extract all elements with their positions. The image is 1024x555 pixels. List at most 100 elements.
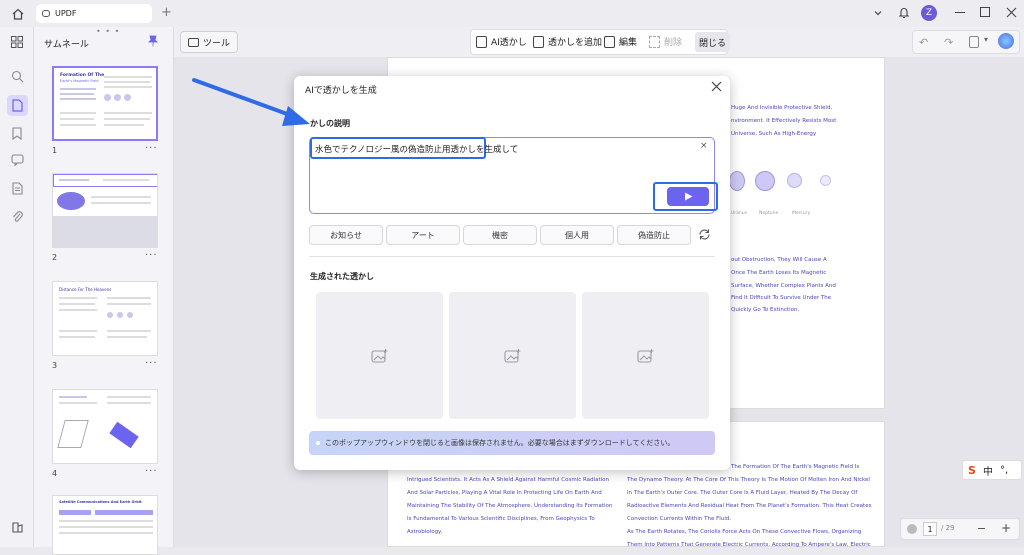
- ime-language-label: 中: [982, 466, 993, 478]
- thumbnail-title: Satellite Communications And Earth Orbit: [59, 500, 142, 504]
- thumbnail-panel: サムネール • • • Formation Of The Earth's Mag…: [34, 27, 174, 555]
- page-text: The Dynamo Theory. At The Core Of This T…: [627, 477, 870, 483]
- thumbnail-page-2[interactable]: [52, 173, 158, 248]
- tab-title: UPDF: [55, 9, 77, 18]
- add-watermark-button[interactable]: 透かしを追加: [533, 35, 602, 48]
- notice-banner: このポップアップウィンドウを閉じると画像は保存されません。必要な場合はまずダウン…: [309, 431, 715, 455]
- attachment-icon[interactable]: [12, 210, 23, 224]
- delete-icon: [649, 35, 660, 48]
- refresh-icon[interactable]: [698, 228, 712, 242]
- home-icon[interactable]: [10, 6, 25, 21]
- generated-slot-1[interactable]: [316, 292, 443, 419]
- preset-anti-counterfeit[interactable]: 偽造防止: [617, 225, 691, 245]
- ai-watermark-button[interactable]: AI透かし: [476, 35, 527, 48]
- preset-art[interactable]: アート: [386, 225, 460, 245]
- thumbnail-more-button[interactable]: ···: [145, 358, 158, 369]
- preset-notice[interactable]: お知らせ: [309, 225, 383, 245]
- title-bar: UPDF + Z: [0, 0, 1024, 27]
- page-text: Once The Earth Loses Its Magnetic: [731, 270, 827, 276]
- thumbnail-page-icon[interactable]: [7, 95, 28, 116]
- page-text: Surface, Whether Complex Plants And: [731, 283, 836, 289]
- tools-button[interactable]: ツール: [180, 31, 239, 53]
- grid-icon[interactable]: [11, 36, 23, 48]
- chat-icon: [42, 10, 50, 17]
- document-tab[interactable]: UPDF: [36, 4, 152, 23]
- clear-input-icon[interactable]: ×: [700, 141, 708, 151]
- page-number-input[interactable]: 1: [923, 522, 937, 536]
- annotation-arrow-icon: [192, 78, 310, 126]
- thumbnail-page-4[interactable]: [52, 389, 158, 464]
- maximize-icon[interactable]: [980, 7, 990, 17]
- close-dialog-icon[interactable]: [711, 81, 723, 93]
- document-icon[interactable]: [12, 182, 23, 195]
- layers-icon[interactable]: [11, 521, 24, 534]
- preset-personal[interactable]: 個人用: [540, 225, 614, 245]
- drag-handle[interactable]: • • •: [96, 27, 120, 36]
- generated-slot-2[interactable]: [449, 292, 576, 419]
- ime-logo-icon: S: [968, 463, 976, 477]
- send-icon: [684, 192, 692, 201]
- zoom-out-button[interactable]: −: [977, 522, 986, 535]
- zoom-in-button[interactable]: +: [1001, 521, 1011, 535]
- close-window-icon[interactable]: [1005, 6, 1017, 18]
- thumbnail-title: Distance For The Heavens: [59, 287, 112, 292]
- edit-button[interactable]: 編集: [604, 35, 637, 48]
- pin-icon[interactable]: [148, 35, 158, 47]
- save-dropdown-icon[interactable]: ▾: [984, 35, 988, 44]
- page-text: And Solar Particles, Playing A Vital Rol…: [407, 490, 602, 496]
- thumbnail-page-number: 3: [52, 361, 58, 370]
- ime-toolbar[interactable]: S 中 °,: [962, 460, 1022, 480]
- thumbnail-title: Formation Of The: [60, 73, 105, 78]
- thumbnail-more-button[interactable]: ···: [145, 466, 158, 477]
- tools-label: ツール: [203, 38, 231, 49]
- avatar[interactable]: Z: [921, 5, 937, 21]
- chevron-down-icon[interactable]: [871, 6, 885, 20]
- thumbnail-page-5[interactable]: Satellite Communications And Earth Orbit: [52, 495, 158, 555]
- delete-label: 削除: [664, 38, 683, 48]
- undo-icon[interactable]: ↶: [919, 36, 928, 49]
- planet-label: Neptune: [759, 211, 779, 216]
- page-text: Radioactive Elements And Residual Heat F…: [627, 503, 872, 509]
- generated-slot-3[interactable]: [582, 292, 709, 419]
- close-label: 閉じる: [699, 38, 727, 49]
- bell-icon[interactable]: [897, 5, 911, 20]
- preset-confidential[interactable]: 機密: [463, 225, 537, 245]
- close-watermark-button[interactable]: 閉じる: [695, 32, 731, 52]
- generate-button[interactable]: [667, 187, 709, 206]
- page-total: / 29: [941, 524, 955, 532]
- planet-illustration: [729, 171, 745, 191]
- thumbnail-more-button[interactable]: ···: [145, 250, 158, 261]
- page-text: Find It Difficult To Survive Under The: [731, 295, 832, 301]
- thumbnail-page-number: 4: [52, 469, 58, 478]
- divider: [309, 256, 715, 257]
- save-icon[interactable]: [969, 36, 979, 48]
- planet-illustration: [755, 171, 775, 191]
- page-text: Quickly Go To Extinction.: [731, 307, 800, 313]
- planet-illustration: [787, 173, 802, 188]
- redo-icon[interactable]: ↷: [944, 36, 953, 49]
- image-placeholder-icon: [636, 348, 653, 363]
- page-text: Maintaining The Stability Of The Atmosph…: [407, 503, 613, 509]
- notice-text: このポップアップウィンドウを閉じると画像は保存されません。必要な場合はまずダウン…: [325, 439, 675, 447]
- panel-title: サムネール: [44, 40, 89, 50]
- ai-assistant-icon[interactable]: [998, 33, 1014, 49]
- planet-illustration: [820, 175, 831, 186]
- thumbnail-page-1[interactable]: Formation Of The Earth's Magnetic Field: [52, 66, 158, 141]
- thumbnail-page-3[interactable]: Distance For The Heavens: [52, 281, 158, 356]
- thumbnail-more-button[interactable]: ···: [145, 143, 158, 154]
- prev-page-icon[interactable]: [907, 524, 917, 534]
- page-text: nvironment. It Effectively Resists Most: [731, 118, 837, 124]
- ai-watermark-dialog: AIで透かしを生成 かしの説明 水色でテクノロジー風の偽造防止用透かしを生成して…: [294, 76, 730, 470]
- page-text: As The Earth Rotates, The Coriolis Force…: [627, 529, 862, 535]
- comment-icon[interactable]: [11, 154, 24, 167]
- page-text: Huge And Invisible Protective Shield,: [731, 105, 833, 111]
- main-toolbar: ツール AI透かし 透かしを追加 編集 削除 閉じる ↶ ↷ ▾: [174, 27, 1024, 57]
- pagination-bar: 1 / 29 − +: [900, 518, 1020, 540]
- search-icon[interactable]: [11, 70, 24, 83]
- minimize-icon[interactable]: [955, 12, 965, 13]
- thumbnail-page-number: 1: [52, 146, 58, 155]
- generated-label: 生成された透かし: [310, 272, 374, 281]
- new-tab-icon[interactable]: +: [161, 5, 172, 20]
- bookmark-icon[interactable]: [12, 127, 22, 141]
- delete-button[interactable]: 削除: [649, 35, 682, 48]
